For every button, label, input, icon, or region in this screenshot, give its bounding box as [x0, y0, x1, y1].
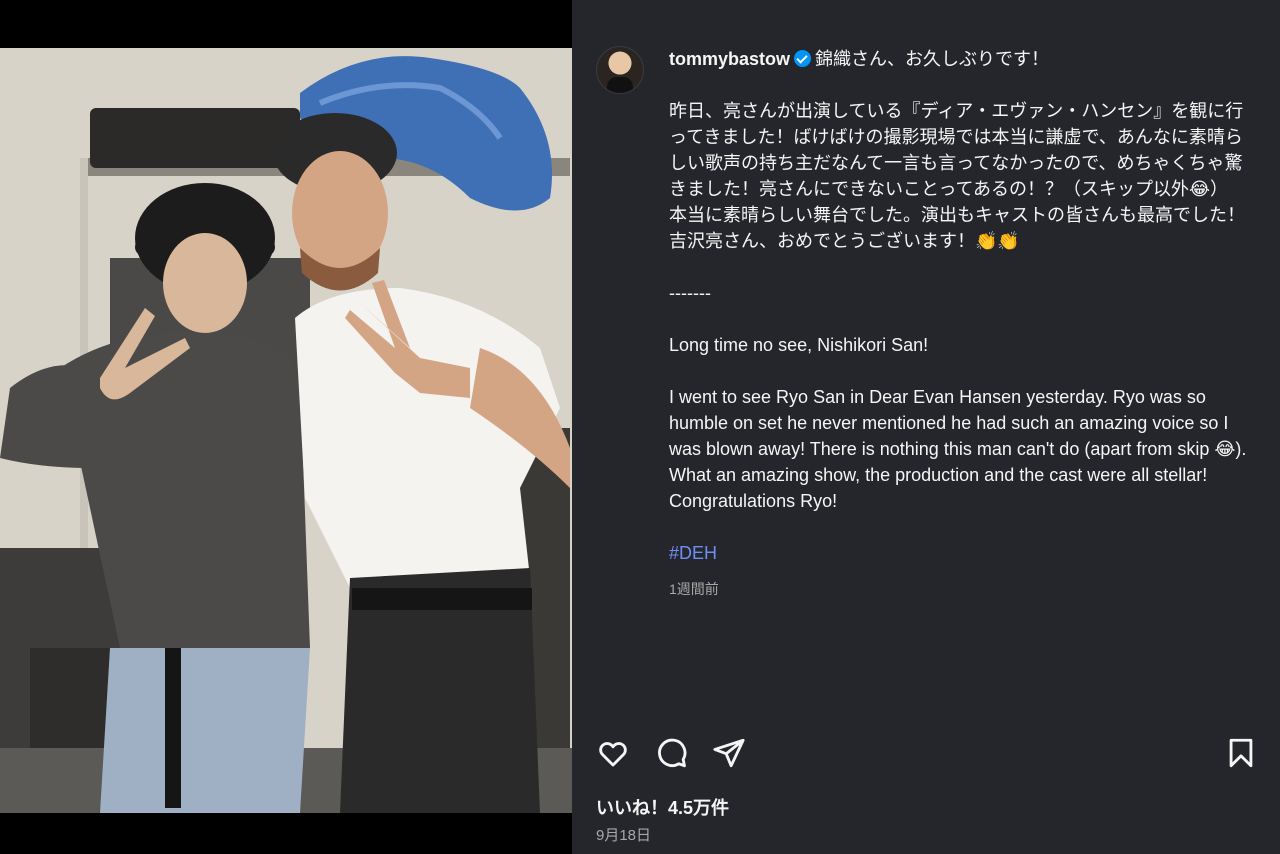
- post-photo[interactable]: [0, 48, 572, 813]
- heart-icon: [599, 742, 627, 767]
- post-media-pane: [0, 0, 572, 854]
- comment-icon: [658, 738, 687, 768]
- likes-count[interactable]: いいね！4.5万件: [596, 794, 729, 820]
- username-link[interactable]: tommybastow: [669, 49, 790, 69]
- caption-line: 昨日、亮さんが出演している『ディア・エヴァン・ハンセン』を観に行ってきました！ば…: [669, 101, 1244, 199]
- caption-body: tommybastow 錦織さん、お久しぶりです！ 昨日、亮さんが出演している『デ…: [669, 46, 1259, 602]
- caption-line: I went to see Ryo San in Dear Evan Hanse…: [669, 387, 1252, 511]
- comment-button[interactable]: [654, 736, 688, 770]
- like-button[interactable]: [596, 736, 630, 770]
- verified-badge-icon: [794, 50, 812, 67]
- avatar[interactable]: [596, 46, 644, 94]
- bookmark-icon: [1229, 738, 1253, 768]
- post-info-pane: tommybastow 錦織さん、お久しぶりです！ 昨日、亮さんが出演している『デ…: [572, 0, 1280, 854]
- post-date[interactable]: 9月18日: [596, 824, 651, 845]
- caption-timestamp[interactable]: 1週間前: [669, 576, 1259, 602]
- send-icon: [713, 738, 745, 768]
- post-actions-bar: [596, 736, 1258, 770]
- caption-line: Long time no see, Nishikori San!: [669, 335, 929, 355]
- caption-line: 錦織さん、お久しぶりです！: [815, 49, 1050, 69]
- caption-divider: -------: [669, 283, 711, 303]
- photo-illustration: [0, 48, 572, 813]
- share-button[interactable]: [712, 736, 746, 770]
- caption-line: 本当に素晴らしい舞台でした。演出もキャストの皆さんも最高でした！吉沢亮さん、おめ…: [669, 205, 1245, 251]
- hashtag-link[interactable]: #DEH: [669, 540, 1259, 566]
- caption-row: tommybastow 錦織さん、お久しぶりです！ 昨日、亮さんが出演している『デ…: [596, 46, 1260, 602]
- save-button[interactable]: [1224, 736, 1258, 770]
